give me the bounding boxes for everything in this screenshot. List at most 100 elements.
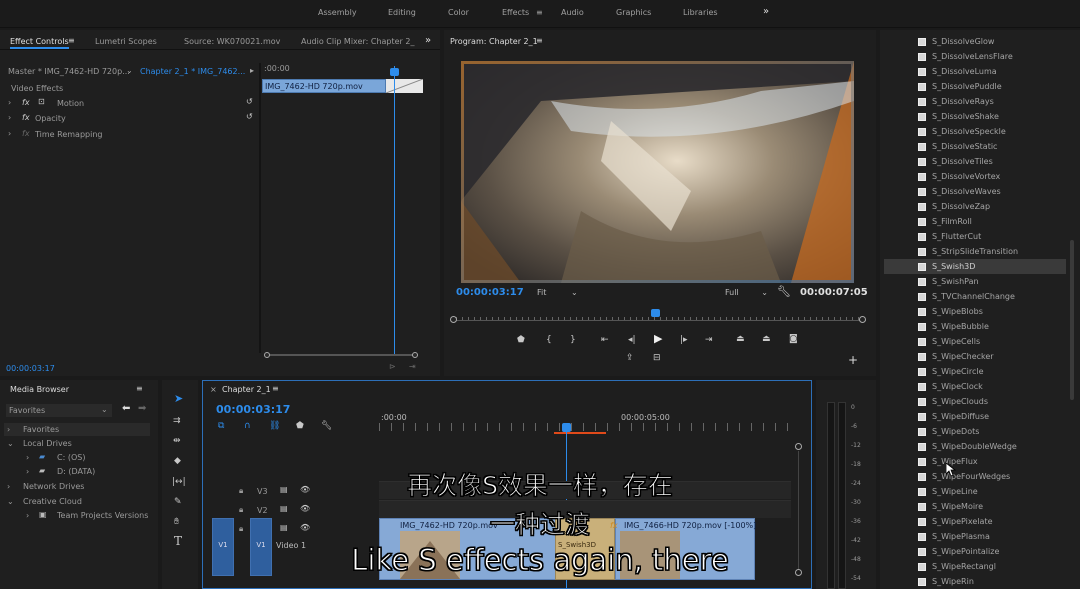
- expand-arrow-icon[interactable]: ›: [8, 98, 11, 107]
- effect-list-item[interactable]: S_WipeDots: [918, 424, 1068, 439]
- effect-list-item[interactable]: S_WipeBubble: [918, 319, 1068, 334]
- effect-list-item[interactable]: S_FlutterCut: [918, 229, 1068, 244]
- tree-row-favorites[interactable]: › Favorites: [4, 423, 150, 436]
- effect-list-item[interactable]: S_WipeDoubleWedge: [918, 439, 1068, 454]
- effect-list-item[interactable]: S_WipeDiffuse: [918, 409, 1068, 424]
- effect-controls-timecode[interactable]: 00:00:03:17: [6, 364, 55, 373]
- workspace-tab-graphics[interactable]: Graphics: [616, 8, 651, 17]
- mark-out-icon[interactable]: }: [570, 335, 576, 345]
- fx-icon[interactable]: fx: [22, 113, 30, 122]
- linked-selection-icon[interactable]: ⛓︎: [269, 421, 280, 431]
- add-marker-icon[interactable]: ⬟: [296, 421, 304, 431]
- go-to-out-icon[interactable]: ⇥: [705, 335, 713, 345]
- program-current-timecode[interactable]: 00:00:03:17: [456, 287, 524, 298]
- effect-list-item[interactable]: S_DissolveStatic: [918, 139, 1068, 154]
- timeline-ruler[interactable]: [379, 423, 799, 431]
- scrubber-end-handle[interactable]: [859, 316, 866, 323]
- workspace-tab-editing[interactable]: Editing: [388, 8, 416, 17]
- fit-dropdown[interactable]: Fit ⌄: [537, 288, 578, 297]
- timeline-menu-icon[interactable]: ≡: [272, 384, 279, 393]
- work-area-bar[interactable]: [554, 432, 606, 434]
- effect-list-item[interactable]: S_DissolveTiles: [918, 154, 1068, 169]
- scrubber-start-handle[interactable]: [450, 316, 457, 323]
- extract-icon[interactable]: ⏏︎: [762, 334, 771, 344]
- tab-audio-clip-mixer[interactable]: Audio Clip Mixer: Chapter 2_: [301, 37, 414, 46]
- tree-row-local-drives[interactable]: ⌄ Local Drives: [4, 437, 150, 450]
- reset-icon[interactable]: ↺: [246, 112, 253, 121]
- timeline-close-icon[interactable]: ×: [210, 385, 217, 394]
- mark-in-icon[interactable]: {: [546, 335, 552, 345]
- effect-row-motion[interactable]: › fx ⊡ Motion ↺: [6, 97, 258, 111]
- filter-icon[interactable]: ⊳: [389, 362, 396, 371]
- effect-list-item[interactable]: S_FilmRoll: [918, 214, 1068, 229]
- mini-playhead[interactable]: [394, 66, 395, 356]
- timeline-settings-wrench-icon[interactable]: 🔧︎: [321, 421, 332, 431]
- go-to-in-icon[interactable]: ⇤: [601, 335, 609, 345]
- mini-clip-bar[interactable]: IMG_7462-HD 720p.mov: [262, 79, 386, 93]
- expand-arrow-icon[interactable]: ›: [8, 129, 11, 138]
- step-back-icon[interactable]: ◂|: [628, 335, 636, 345]
- effect-list-item[interactable]: S_TVChannelChange: [918, 289, 1068, 304]
- timeline-timecode[interactable]: 00:00:03:17: [216, 403, 290, 416]
- export-frame-icon[interactable]: ◙: [789, 334, 798, 344]
- effect-list-item[interactable]: S_SwishPan: [918, 274, 1068, 289]
- effect-list-item[interactable]: S_DissolveZap: [918, 199, 1068, 214]
- program-scrubber[interactable]: [450, 308, 866, 323]
- effect-list-item[interactable]: S_WipeCircle: [918, 364, 1068, 379]
- effect-list-item[interactable]: S_WipeClock: [918, 379, 1068, 394]
- timeline-vscroll-top[interactable]: [795, 443, 802, 450]
- reset-icon[interactable]: ↺: [246, 97, 253, 106]
- workspace-overflow-icon[interactable]: »: [763, 6, 769, 17]
- fx-icon[interactable]: fx: [22, 98, 30, 107]
- effect-list-item[interactable]: S_DissolveSpeckle: [918, 124, 1068, 139]
- effect-list-item[interactable]: S_DissolveWaves: [918, 184, 1068, 199]
- insert-icon[interactable]: ⇪: [626, 353, 634, 363]
- media-browser-menu-icon[interactable]: ≡: [136, 384, 143, 393]
- workspace-menu-icon[interactable]: ≡: [536, 8, 543, 17]
- program-menu-icon[interactable]: ≡: [536, 36, 543, 45]
- chevron-right-icon[interactable]: ▸: [250, 66, 254, 75]
- add-marker-icon[interactable]: ⬟: [517, 335, 525, 345]
- effects-scrollbar[interactable]: [1070, 240, 1074, 400]
- snap-magnet-icon[interactable]: ∩: [244, 421, 251, 431]
- chevron-down-icon[interactable]: ⌄: [126, 66, 133, 75]
- effect-list-item[interactable]: S_Swish3D: [918, 259, 1068, 274]
- tab-effect-controls[interactable]: Effect Controls: [10, 37, 69, 49]
- mini-transition-block[interactable]: [385, 78, 424, 94]
- effect-list-item[interactable]: S_WipeChecker: [918, 349, 1068, 364]
- forward-arrow-icon[interactable]: ➡: [138, 403, 146, 414]
- tree-row-c-drive[interactable]: › ▰ C: (OS): [4, 451, 150, 464]
- workspace-tab-color[interactable]: Color: [448, 8, 469, 17]
- quality-dropdown[interactable]: Full ⌄: [725, 288, 768, 297]
- play-icon[interactable]: ▶: [654, 333, 662, 344]
- tree-arrow-icon[interactable]: ⌄: [7, 439, 14, 448]
- ripple-edit-tool-icon[interactable]: ⇹: [173, 436, 181, 446]
- tree-arrow-icon[interactable]: ›: [7, 425, 10, 434]
- tree-arrow-icon[interactable]: ›: [26, 453, 29, 462]
- program-video-frame[interactable]: [461, 61, 854, 283]
- workspace-tab-assembly[interactable]: Assembly: [318, 8, 357, 17]
- favorites-dropdown[interactable]: Favorites ⌄: [6, 404, 112, 417]
- effect-row-time-remapping[interactable]: › fx Time Remapping: [6, 128, 258, 142]
- mini-scrollbar[interactable]: [264, 352, 418, 358]
- workspace-tab-effects[interactable]: Effects: [502, 8, 529, 17]
- tab-lumetri-scopes[interactable]: Lumetri Scopes: [95, 37, 157, 46]
- effect-list-item[interactable]: S_WipeBlobs: [918, 304, 1068, 319]
- step-forward-icon[interactable]: |▸: [680, 335, 688, 345]
- effect-list-item[interactable]: S_DissolvePuddle: [918, 79, 1068, 94]
- expand-arrow-icon[interactable]: ›: [8, 113, 11, 122]
- wrench-icon[interactable]: 🔧︎: [777, 285, 791, 298]
- effect-list-item[interactable]: S_DissolveLuma: [918, 64, 1068, 79]
- back-arrow-icon[interactable]: ⬅: [122, 403, 130, 414]
- effect-list-item[interactable]: S_DissolveVortex: [918, 169, 1068, 184]
- tab-menu-icon[interactable]: ≡: [68, 36, 75, 45]
- effect-list-item[interactable]: S_WipeClouds: [918, 394, 1068, 409]
- track-select-tool-icon[interactable]: ⇉: [173, 416, 181, 426]
- program-playhead-handle[interactable]: [651, 309, 660, 317]
- effect-row-opacity[interactable]: › fx Opacity ↺: [6, 112, 258, 126]
- sequence-clip-label[interactable]: Chapter 2_1 * IMG_7462...: [140, 67, 245, 76]
- effect-list-item[interactable]: S_WipeCells: [918, 334, 1068, 349]
- effect-list-item[interactable]: S_DissolveShake: [918, 109, 1068, 124]
- effect-list-item[interactable]: S_DissolveLensFlare: [918, 49, 1068, 64]
- effect-controls-divider[interactable]: [259, 63, 261, 353]
